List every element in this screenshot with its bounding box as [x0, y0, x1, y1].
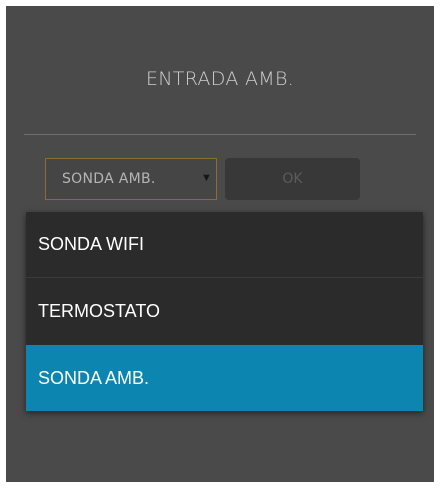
dropdown-option-sonda-amb[interactable]: SONDA AMB.: [26, 345, 423, 411]
ok-button[interactable]: OK: [225, 158, 360, 200]
dropdown-option-sonda-wifi[interactable]: SONDA WIFI: [26, 212, 423, 278]
dropdown-menu: SONDA WIFI TERMOSTATO SONDA AMB.: [26, 212, 423, 411]
screen: ENTRADA AMB. SONDA AMB. ▼ OK SONDA WIFI …: [6, 6, 434, 482]
dropdown-option-termostato[interactable]: TERMOSTATO: [26, 278, 423, 344]
page-title: ENTRADA AMB.: [145, 68, 295, 90]
divider: [24, 134, 416, 135]
dropdown-arrow-icon: ▼: [201, 172, 212, 184]
select-value: SONDA AMB.: [62, 171, 156, 187]
input-source-select[interactable]: SONDA AMB. ▼: [45, 158, 217, 200]
